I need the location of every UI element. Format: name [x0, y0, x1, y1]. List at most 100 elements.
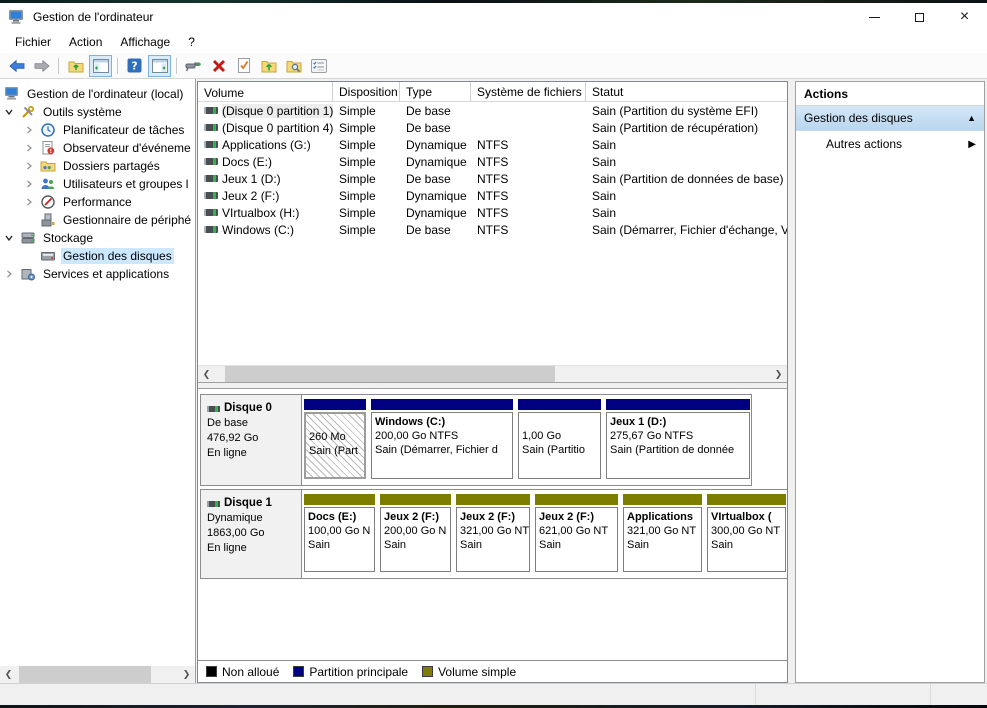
explore-folder-button[interactable] — [282, 55, 305, 77]
mark-partition-button[interactable] — [232, 55, 255, 77]
tree-item-outils-systeme[interactable]: Outils système — [0, 103, 195, 121]
menu-help[interactable]: ? — [179, 32, 204, 52]
partition-box[interactable]: Jeux 2 (F:) 200,00 Go N Sain — [380, 507, 451, 572]
pane-splitter[interactable] — [198, 382, 787, 389]
legend-primary-partition: Partition principale — [293, 665, 408, 679]
partition-box[interactable]: VIrtualbox ( 300,00 Go NT Sain — [707, 507, 786, 572]
volume-virtualbox-h[interactable]: VIrtualbox ( 300,00 Go NT Sain — [707, 494, 786, 572]
scroll-right-icon[interactable]: ❯ — [178, 666, 195, 683]
column-header-disposition[interactable]: Disposition — [333, 82, 400, 101]
volume-applications-g[interactable]: Applications 321,00 Go NT Sain — [623, 494, 702, 572]
chevron-collapsed-icon[interactable] — [24, 143, 40, 153]
table-row[interactable]: Windows (C:) Simple De base NTFS Sain (D… — [198, 221, 787, 238]
rescan-disks-button[interactable] — [182, 55, 205, 77]
help-button[interactable]: ? — [123, 55, 146, 77]
volume-jeux-2-f-3[interactable]: Jeux 2 (F:) 621,00 Go NT Sain — [535, 494, 618, 572]
chevron-expanded-icon[interactable] — [4, 107, 20, 117]
menu-affichage[interactable]: Affichage — [111, 32, 179, 52]
volume-list-horizontal-scrollbar[interactable]: ❮ ❯ — [198, 365, 787, 382]
tree-item-observateur[interactable]: Observateur d'événeme — [0, 139, 195, 157]
partition-box-selected[interactable]: 260 Mo Sain (Part — [304, 412, 366, 479]
chevron-collapsed-icon[interactable] — [24, 125, 40, 135]
table-row[interactable]: (Disque 0 partition 4) Simple De base Sa… — [198, 119, 787, 136]
partition-status: Sain — [308, 538, 371, 552]
table-row[interactable]: VIrtualbox (H:) Simple Dynamique NTFS Sa… — [198, 204, 787, 221]
toggle-action-pane-button[interactable] — [148, 55, 171, 77]
volume-docs-e[interactable]: Docs (E:) 100,00 Go N Sain — [304, 494, 375, 572]
close-button[interactable]: × — [942, 3, 987, 31]
menu-fichier[interactable]: Fichier — [6, 32, 60, 52]
partition-efi[interactable]: 260 Mo Sain (Part — [304, 399, 366, 479]
chevron-collapsed-icon[interactable] — [24, 197, 40, 207]
table-row[interactable]: Applications (G:) Simple Dynamique NTFS … — [198, 136, 787, 153]
forward-button[interactable] — [30, 55, 53, 77]
partition-box[interactable]: Jeux 1 (D:) 275,67 Go NTFS Sain (Partiti… — [606, 412, 750, 479]
column-header-volume[interactable]: Volume — [198, 82, 333, 101]
partition-box[interactable]: Applications 321,00 Go NT Sain — [623, 507, 702, 572]
column-header-statut[interactable]: Statut — [586, 82, 787, 101]
tree-item-stockage[interactable]: Stockage — [0, 229, 195, 247]
actions-item-autres-actions[interactable]: Autres actions ▶ — [796, 131, 984, 157]
column-header-systeme-fichiers[interactable]: Système de fichiers — [471, 82, 586, 101]
tree-item-dossiers-partages[interactable]: Dossiers partagés — [0, 157, 195, 175]
tree-item-utilisateurs[interactable]: Utilisateurs et groupes l — [0, 175, 195, 193]
partition-status: Sain — [460, 538, 526, 552]
scroll-left-icon[interactable]: ❮ — [198, 366, 215, 382]
menu-action[interactable]: Action — [60, 32, 111, 52]
up-level-button[interactable] — [64, 55, 87, 77]
collapse-icon[interactable]: ▲ — [967, 113, 976, 123]
partition-box[interactable]: Jeux 2 (F:) 321,00 Go NT Sain — [456, 507, 530, 572]
partition-windows-c[interactable]: Windows (C:) 200,00 Go NTFS Sain (Démarr… — [371, 399, 513, 479]
partition-strip: 260 Mo Sain (Part Windows (C:) 200,00 Go… — [302, 395, 752, 485]
partition-recovery[interactable]: 1,00 Go Sain (Partitio — [518, 399, 601, 479]
tree-item-services-applications[interactable]: Services et applications — [0, 265, 195, 283]
tree-item-planificateur[interactable]: Planificateur de tâches — [0, 121, 195, 139]
scroll-left-icon[interactable]: ❮ — [0, 666, 17, 683]
volume-jeux-2-f-1[interactable]: Jeux 2 (F:) 200,00 Go N Sain — [380, 494, 451, 572]
properties-button[interactable] — [307, 55, 330, 77]
actions-group-gestion-des-disques[interactable]: Gestion des disques ▲ — [796, 106, 984, 131]
partition-box[interactable]: Docs (E:) 100,00 Go N Sain — [304, 507, 375, 572]
actions-item-label: Autres actions — [826, 137, 902, 151]
volume-jeux-2-f-2[interactable]: Jeux 2 (F:) 321,00 Go NT Sain — [456, 494, 530, 572]
chevron-collapsed-icon[interactable] — [4, 269, 20, 279]
back-button[interactable] — [5, 55, 28, 77]
table-row[interactable]: Jeux 1 (D:) Simple De base NTFS Sain (Pa… — [198, 170, 787, 187]
disk-info-disque-1[interactable]: Disque 1 Dynamique 1863,00 Go En ligne — [201, 490, 302, 578]
tree-horizontal-scrollbar[interactable]: ❮ ❯ — [0, 666, 195, 683]
partition-box[interactable]: Windows (C:) 200,00 Go NTFS Sain (Démarr… — [371, 412, 513, 479]
partition-jeux-1-d[interactable]: Jeux 1 (D:) 275,67 Go NTFS Sain (Partiti… — [606, 399, 750, 479]
scrollbar-thumb[interactable] — [19, 666, 151, 683]
partition-box[interactable]: 1,00 Go Sain (Partitio — [518, 412, 601, 479]
title-bar[interactable]: Gestion de l'ordinateur × — [0, 3, 987, 31]
minimize-button[interactable] — [852, 3, 897, 31]
disk-info-disque-0[interactable]: Disque 0 De base 476,92 Go En ligne — [201, 395, 302, 485]
legend-bar: Non alloué Partition principale Volume s… — [198, 660, 787, 682]
column-header-type[interactable]: Type — [400, 82, 471, 101]
chevron-collapsed-icon[interactable] — [24, 179, 40, 189]
legend-swatch-primary — [293, 666, 304, 677]
table-row[interactable]: Docs (E:) Simple Dynamique NTFS Sain — [198, 153, 787, 170]
chevron-collapsed-icon[interactable] — [24, 161, 40, 171]
table-row[interactable]: Jeux 2 (F:) Simple Dynamique NTFS Sain — [198, 187, 787, 204]
maximize-button[interactable] — [897, 3, 942, 31]
table-row[interactable]: (Disque 0 partition 1) Simple De base Sa… — [198, 102, 787, 119]
disk-name: Disque 0 — [224, 401, 272, 416]
tree-item-performance[interactable]: Performance — [0, 193, 195, 211]
toggle-console-tree-button[interactable] — [89, 55, 112, 77]
volume-name: (Disque 0 partition 4) — [222, 121, 333, 135]
volume-name: Docs (E:) — [222, 155, 272, 169]
folder-up-icon — [261, 59, 277, 73]
open-folder-button[interactable] — [257, 55, 280, 77]
partition-box[interactable]: Jeux 2 (F:) 621,00 Go NT Sain — [535, 507, 618, 572]
cell-fs: NTFS — [471, 155, 586, 169]
delete-volume-button[interactable] — [207, 55, 230, 77]
chevron-expanded-icon[interactable] — [4, 233, 20, 243]
scrollbar-thumb[interactable] — [225, 366, 555, 382]
tree-item-gestion-des-disques[interactable]: Gestion des disques — [0, 247, 195, 265]
tree-item-computer-management[interactable]: Gestion de l'ordinateur (local) — [0, 85, 195, 103]
tree-item-gestionnaire-peripheriques[interactable]: Gestionnaire de périphé — [0, 211, 195, 229]
scroll-right-icon[interactable]: ❯ — [770, 366, 787, 382]
volume-name: Jeux 2 (F:) — [222, 189, 279, 203]
submenu-arrow-icon: ▶ — [968, 139, 976, 150]
